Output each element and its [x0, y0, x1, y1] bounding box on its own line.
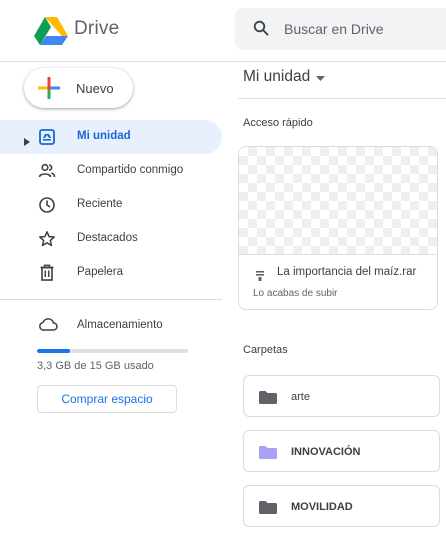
search-box[interactable]: Buscar en Drive: [235, 8, 446, 50]
page-title-text: Mi unidad: [243, 68, 311, 86]
sidebar-item-recent[interactable]: Reciente: [0, 188, 222, 222]
sidebar-item-label: Mi unidad: [77, 130, 131, 142]
trash-icon: [38, 264, 56, 282]
drive-logo-icon[interactable]: [34, 17, 68, 50]
app-title[interactable]: Drive: [74, 18, 119, 40]
folder-icon: [259, 501, 277, 519]
sidebar-item-label: Reciente: [77, 198, 123, 210]
folder-icon: [259, 391, 277, 409]
main-divider: [238, 98, 446, 99]
people-icon: [38, 162, 56, 180]
archive-file-icon: [256, 268, 264, 286]
file-thumbnail: [239, 147, 437, 255]
folder-item[interactable]: INNOVACIÓN: [243, 430, 440, 472]
folder-item[interactable]: MOVILIDAD: [243, 485, 440, 527]
folder-icon: [259, 446, 277, 464]
storage-usage-text: 3,3 GB de 15 GB usado: [37, 360, 154, 372]
sidebar-item-label: Destacados: [77, 232, 138, 244]
sidebar-item-storage[interactable]: Almacenamiento: [0, 313, 222, 337]
page-title[interactable]: Mi unidad: [243, 68, 326, 86]
chevron-down-icon: [316, 68, 326, 86]
quick-access-label: Acceso rápido: [243, 117, 313, 129]
sidebar-item-shared-with-me[interactable]: Compartido conmigo: [0, 154, 222, 188]
top-header: Drive Buscar en Drive: [0, 0, 446, 62]
folder-name: arte: [291, 391, 310, 403]
quick-access-card[interactable]: La importancia del maíz.rar Lo acabas de…: [238, 146, 438, 310]
folder-name: INNOVACIÓN: [291, 446, 361, 458]
cloud-icon: [38, 315, 58, 338]
sidebar-item-label: Papelera: [77, 266, 124, 278]
folder-name: MOVILIDAD: [291, 501, 353, 513]
quick-access-subtitle: Lo acabas de subir: [253, 288, 338, 299]
clock-icon: [38, 196, 56, 214]
new-button[interactable]: Nuevo: [24, 68, 133, 108]
storage-label: Almacenamiento: [77, 319, 163, 331]
sidebar-divider: [0, 299, 222, 300]
folder-item[interactable]: arte: [243, 375, 440, 417]
quick-access-file-name: La importancia del maíz.rar: [277, 266, 417, 278]
search-input[interactable]: Buscar en Drive: [284, 21, 384, 37]
storage-progress-bar: [37, 349, 188, 353]
sidebar-item-label: Compartido conmigo: [77, 164, 184, 176]
buy-storage-button[interactable]: Comprar espacio: [37, 385, 177, 413]
sidebar-item-starred[interactable]: Destacados: [0, 222, 222, 256]
sidebar-item-trash[interactable]: Papelera: [0, 256, 222, 290]
sidebar-item-my-drive[interactable]: Mi unidad: [0, 120, 222, 154]
search-icon[interactable]: [253, 20, 269, 41]
folders-label: Carpetas: [243, 344, 288, 356]
star-icon: [38, 230, 56, 248]
plus-icon: [38, 77, 60, 104]
new-button-label: Nuevo: [76, 81, 114, 96]
caret-right-icon[interactable]: [24, 133, 30, 151]
storage-progress-fill: [37, 349, 71, 353]
drive-icon: [38, 128, 56, 146]
sidebar-nav: Mi unidad Compartido conmigo Reciente De…: [0, 120, 222, 290]
